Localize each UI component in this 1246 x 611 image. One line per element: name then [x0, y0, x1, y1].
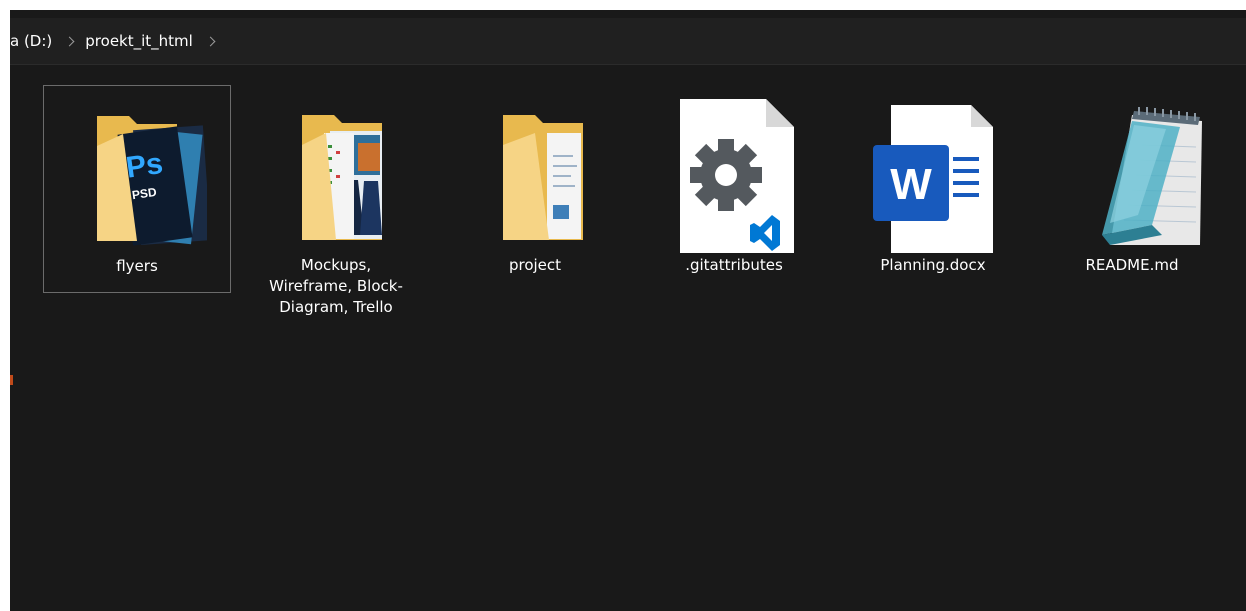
- item-label: flyers: [116, 257, 158, 275]
- breadcrumb-drive[interactable]: a (D:): [10, 32, 52, 50]
- svg-text:Ps: Ps: [124, 147, 165, 185]
- word-document-icon: W: [873, 105, 993, 253]
- chevron-right-icon[interactable]: [64, 36, 75, 46]
- folder-item-flyers[interactable]: Ps PSD flyers: [43, 85, 231, 293]
- item-label: Planning.docx: [880, 256, 986, 274]
- chevron-right-icon[interactable]: [205, 36, 216, 46]
- vscode-settings-file-icon: [680, 99, 794, 253]
- file-explorer-window: a (D:) proekt_it_html Ps PSD flyers Mock…: [10, 10, 1246, 611]
- photoshop-folder-icon: Ps PSD: [97, 116, 207, 246]
- item-label: .gitattributes: [685, 256, 783, 274]
- address-bar[interactable]: a (D:) proekt_it_html: [10, 18, 1246, 65]
- file-list: Ps PSD flyers Mockups, Wireframe, Block-…: [10, 65, 1246, 611]
- svg-text:W: W: [890, 160, 932, 209]
- item-label: project: [508, 256, 562, 274]
- item-label: README.md: [1085, 256, 1179, 274]
- file-item-gitattributes[interactable]: .gitattributes: [640, 85, 828, 276]
- file-item-readme[interactable]: README.md: [1038, 85, 1226, 276]
- folder-item-project[interactable]: project: [441, 85, 629, 276]
- edge-accent: [10, 375, 13, 385]
- folder-item-mockups[interactable]: Mockups, Wireframe, Block-Diagram, Trell…: [242, 85, 430, 318]
- file-item-planning[interactable]: W Planning.docx: [839, 85, 1027, 276]
- notepad-icon: [1102, 107, 1202, 245]
- breadcrumb-folder[interactable]: proekt_it_html: [85, 32, 193, 50]
- image-folder-icon: [302, 115, 382, 240]
- document-folder-icon: [503, 115, 583, 240]
- item-label: Mockups, Wireframe, Block-Diagram, Trell…: [269, 256, 403, 316]
